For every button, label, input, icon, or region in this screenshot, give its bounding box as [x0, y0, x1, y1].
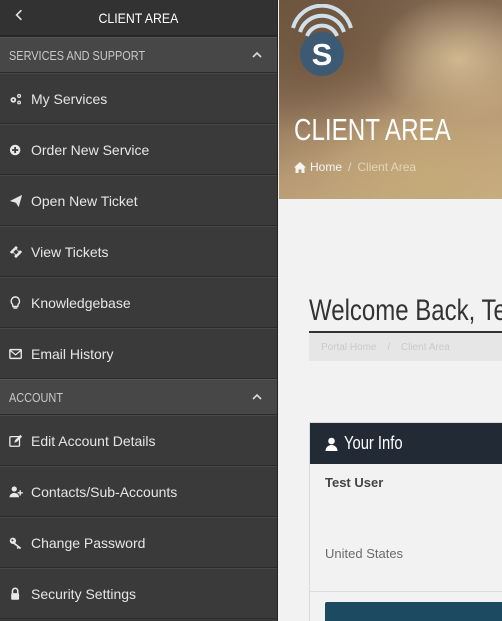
- user-country: United States: [325, 546, 404, 561]
- sidebar-item-contacts-sub-accounts[interactable]: Contacts/Sub-Accounts: [0, 466, 277, 517]
- sidebar: CLIENT AREA SERVICES AND SUPPORT My Serv…: [0, 0, 278, 621]
- paper-plane-icon: [9, 194, 31, 208]
- cogs-icon: [9, 92, 31, 106]
- welcome-heading: Welcome Back, Test: [309, 294, 502, 327]
- logo-letter: S: [312, 37, 333, 72]
- hero-banner: S CLIENT AREA Home / Client Area: [279, 0, 502, 199]
- sidebar-item-view-tickets[interactable]: View Tickets: [0, 226, 277, 277]
- sidebar-item-label: Security Settings: [31, 585, 137, 602]
- edit-icon: [9, 434, 31, 448]
- sidebar-item-order-new-service[interactable]: Order New Service: [0, 124, 277, 175]
- sidebar-item-change-password[interactable]: Change Password: [0, 517, 277, 568]
- sidebar-item-label: View Tickets: [31, 243, 109, 260]
- sidebar-item-knowledgebase[interactable]: Knowledgebase: [0, 277, 277, 328]
- content-breadcrumb-separator: /: [387, 342, 391, 353]
- breadcrumb-current: Client Area: [357, 160, 417, 174]
- key-icon: [9, 536, 31, 550]
- section-account[interactable]: ACCOUNT: [0, 379, 277, 415]
- lightbulb-icon: [9, 295, 31, 310]
- breadcrumb-home-label: Home: [310, 160, 343, 174]
- content-breadcrumb-current: Client Area: [400, 342, 450, 353]
- sidebar-title: CLIENT AREA: [98, 9, 179, 26]
- breadcrumb-separator: /: [348, 160, 352, 174]
- section-label: ACCOUNT: [9, 389, 63, 405]
- panel-divider: [310, 591, 502, 592]
- plus-circle-icon: [9, 143, 31, 157]
- page-title: CLIENT AREA: [294, 112, 451, 147]
- sidebar-item-open-new-ticket[interactable]: Open New Ticket: [0, 175, 277, 226]
- back-chevron-icon[interactable]: [12, 8, 26, 26]
- ticket-icon: [9, 245, 31, 259]
- envelope-icon: [9, 347, 31, 361]
- sidebar-item-email-history[interactable]: Email History: [0, 328, 277, 379]
- sidebar-item-security-settings[interactable]: Security Settings: [0, 568, 277, 619]
- sidebar-item-label: Contacts/Sub-Accounts: [31, 483, 178, 500]
- section-label: SERVICES AND SUPPORT: [9, 47, 146, 63]
- home-icon: [294, 161, 306, 173]
- brand-logo[interactable]: S: [285, 3, 355, 80]
- sidebar-header: CLIENT AREA: [0, 0, 277, 37]
- user-name: Test User: [325, 475, 384, 490]
- user-plus-icon: [9, 485, 31, 499]
- panel-title: Your Info: [344, 433, 403, 453]
- sidebar-item-label: My Services: [31, 90, 108, 107]
- sidebar-item-label: Order New Service: [31, 141, 150, 158]
- sidebar-item-label: Email History: [31, 345, 114, 362]
- section-services-and-support[interactable]: SERVICES AND SUPPORT: [0, 37, 277, 73]
- sidebar-item-label: Open New Ticket: [31, 192, 138, 209]
- chevron-up-icon[interactable]: [251, 391, 263, 403]
- lock-icon: [9, 587, 31, 601]
- sidebar-item-label: Edit Account Details: [31, 432, 156, 449]
- chevron-up-icon[interactable]: [251, 49, 263, 61]
- your-info-panel: Your Info Test User United States: [309, 422, 502, 621]
- sidebar-item-edit-account-details[interactable]: Edit Account Details: [0, 415, 277, 466]
- breadcrumb-home-link[interactable]: Home: [294, 160, 342, 174]
- update-button[interactable]: [325, 602, 502, 621]
- sidebar-item-label: Knowledgebase: [31, 294, 131, 311]
- user-icon: [325, 437, 338, 451]
- main-content: S CLIENT AREA Home / Client Area Welcome…: [279, 0, 502, 621]
- content-breadcrumb: Portal Home / Client Area: [309, 333, 502, 361]
- panel-header: Your Info: [310, 423, 502, 464]
- sidebar-item-label: Change Password: [31, 534, 146, 551]
- sidebar-item-my-services[interactable]: My Services: [0, 73, 277, 124]
- breadcrumb: Home / Client Area: [294, 160, 416, 174]
- content-breadcrumb-home[interactable]: Portal Home: [321, 342, 377, 353]
